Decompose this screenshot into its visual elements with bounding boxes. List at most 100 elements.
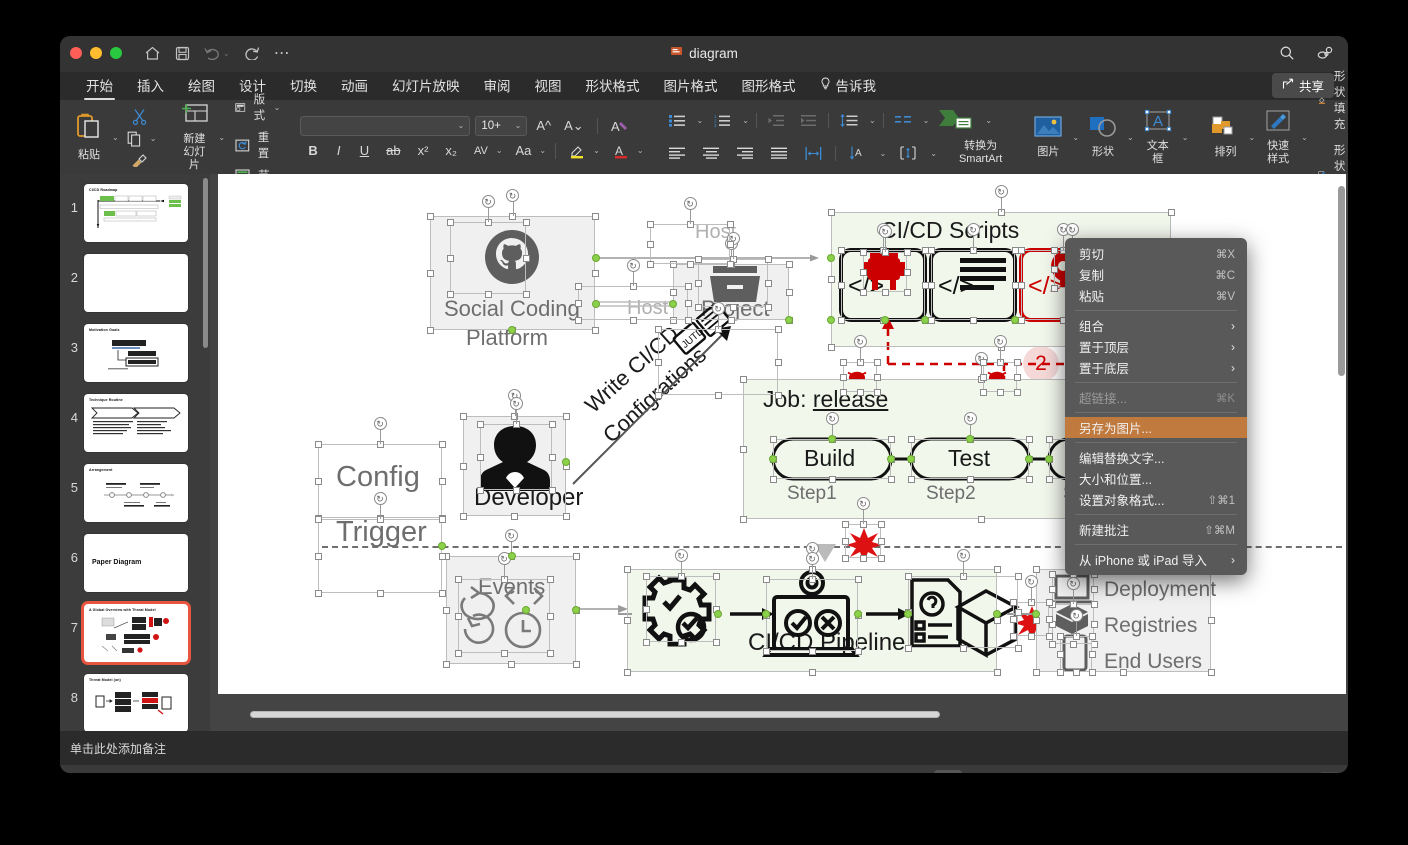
selection-handle[interactable] xyxy=(769,435,777,443)
selection-handle[interactable] xyxy=(1050,265,1058,273)
rotation-handle[interactable]: ↻ xyxy=(509,397,523,410)
selection-handle[interactable] xyxy=(1072,668,1080,676)
subscript-button[interactable]: x₂ xyxy=(441,143,461,158)
align-left-icon[interactable] xyxy=(665,147,690,159)
new-slide-dropdown-icon[interactable]: ⌄ xyxy=(218,133,225,142)
selection-handle[interactable] xyxy=(623,617,631,624)
tab-shape-format[interactable]: 形状格式 xyxy=(574,75,652,100)
align-text-vertical-icon[interactable]: A xyxy=(845,146,871,160)
selection-bounding-box[interactable] xyxy=(773,439,891,479)
shapes-button[interactable]: 形状 xyxy=(1081,102,1125,172)
selection-handle[interactable] xyxy=(774,358,782,366)
connection-point[interactable] xyxy=(993,610,1001,618)
selection-handle[interactable] xyxy=(591,269,599,277)
chevron-down-icon[interactable]: ⌄ xyxy=(923,116,930,125)
connection-point[interactable] xyxy=(1025,455,1033,463)
selection-handle[interactable] xyxy=(548,453,556,461)
slide-horizontal-scrollbar-track[interactable] xyxy=(218,707,1340,721)
selection-handle[interactable] xyxy=(1048,585,1056,593)
selection-bounding-box[interactable] xyxy=(458,579,550,653)
selection-handle[interactable] xyxy=(1207,617,1215,624)
selection-handle[interactable] xyxy=(808,647,816,655)
selection-handle[interactable] xyxy=(646,240,654,248)
line-spacing-icon[interactable] xyxy=(836,113,862,127)
chevron-down-icon[interactable]: ⌄ xyxy=(697,116,704,125)
connection-point[interactable] xyxy=(1032,610,1040,618)
menu-item-置于顶层[interactable]: 置于顶层 › xyxy=(1065,336,1247,357)
rotation-handle[interactable]: ↻ xyxy=(683,197,697,210)
reset-button[interactable]: 重置 xyxy=(231,129,280,161)
selection-handle[interactable] xyxy=(727,316,735,324)
slide-horizontal-scrollbar[interactable] xyxy=(250,711,940,718)
slide-thumbnail-6[interactable]: 6 Paper Diagram xyxy=(60,528,210,598)
underline-button[interactable]: U xyxy=(356,143,373,158)
selection-handle[interactable] xyxy=(887,435,895,443)
connection-point[interactable] xyxy=(714,610,722,618)
selection-handle[interactable] xyxy=(769,475,777,483)
selection-handle[interactable] xyxy=(1088,668,1096,676)
selection-handle[interactable] xyxy=(476,486,484,494)
selection-handle[interactable] xyxy=(764,255,772,263)
selection-handle[interactable] xyxy=(314,477,322,485)
menu-item-从iPhone或iPad[interactable]: 从 iPhone 或 iPad 导入 › xyxy=(1065,549,1247,570)
selection-handle[interactable] xyxy=(677,638,685,646)
tab-review[interactable]: 审阅 xyxy=(472,75,523,100)
selection-handle[interactable] xyxy=(1050,284,1058,292)
chevron-down-icon[interactable]: ⌄ xyxy=(515,121,522,130)
selection-handle[interactable] xyxy=(877,520,885,528)
menu-item-另存为图片[interactable]: 另存为图片... xyxy=(1065,417,1247,438)
tab-insert[interactable]: 插入 xyxy=(125,75,176,100)
selection-handle[interactable] xyxy=(629,316,637,324)
chevron-down-icon[interactable]: ⌄ xyxy=(742,116,749,125)
selection-handle[interactable] xyxy=(969,316,977,324)
selection-handle[interactable] xyxy=(979,373,987,381)
connection-point[interactable] xyxy=(854,610,862,618)
selection-handle[interactable] xyxy=(839,373,847,381)
selection-handle[interactable] xyxy=(785,260,793,268)
slide-preview[interactable]: Threat Model (on) xyxy=(84,674,188,731)
selection-handle[interactable] xyxy=(686,260,694,268)
selection-handle[interactable] xyxy=(854,575,862,583)
selection-handle[interactable] xyxy=(476,453,484,461)
connection-point[interactable] xyxy=(592,254,600,262)
rotation-handle[interactable]: ↻ xyxy=(856,497,870,510)
shape-fill-button[interactable]: 形状填充 ⌄ xyxy=(1314,68,1348,132)
connection-point[interactable] xyxy=(785,316,793,324)
selection-handle[interactable] xyxy=(548,486,556,494)
rotation-handle[interactable]: ↻ xyxy=(825,412,839,425)
connection-point[interactable] xyxy=(907,455,915,463)
paste-dropdown-icon[interactable]: ⌄ xyxy=(112,133,119,142)
comments-toggle-button[interactable]: 批注 xyxy=(875,772,920,774)
menu-item-编辑替换文字[interactable]: 编辑替换文字... xyxy=(1065,447,1247,468)
selection-handle[interactable] xyxy=(859,248,867,256)
normal-view-button[interactable] xyxy=(934,769,963,773)
tab-graphics-format[interactable]: 图形格式 xyxy=(730,75,808,100)
selection-handle[interactable] xyxy=(1045,435,1053,443)
selection-handle[interactable] xyxy=(1032,668,1040,676)
selection-handle[interactable] xyxy=(726,260,734,268)
selection-handle[interactable] xyxy=(1088,632,1096,640)
increase-font-icon[interactable]: A^ xyxy=(532,118,555,133)
connection-point[interactable] xyxy=(904,610,912,618)
textbox-dropdown-icon[interactable]: ⌄ xyxy=(1182,133,1189,142)
font-color-icon[interactable]: A xyxy=(609,143,633,159)
selection-handle[interactable] xyxy=(314,552,322,560)
selection-handle[interactable] xyxy=(1013,358,1021,366)
reading-view-button[interactable] xyxy=(1018,770,1046,773)
align-right-icon[interactable] xyxy=(733,147,758,159)
selection-handle[interactable] xyxy=(1048,640,1056,648)
selection-handle[interactable] xyxy=(859,554,867,562)
selection-handle[interactable] xyxy=(684,299,692,307)
selection-handle[interactable] xyxy=(476,420,484,428)
connection-point[interactable] xyxy=(508,552,516,560)
selection-handle[interactable] xyxy=(877,537,885,545)
selection-handle[interactable] xyxy=(522,290,530,298)
connection-point[interactable] xyxy=(827,316,835,324)
selection-bounding-box[interactable] xyxy=(908,576,1018,648)
selection-handle[interactable] xyxy=(426,326,434,334)
selection-handle[interactable] xyxy=(873,373,881,381)
selection-bounding-box[interactable] xyxy=(646,576,716,642)
selection-handle[interactable] xyxy=(1009,598,1017,606)
selection-handle[interactable] xyxy=(979,388,987,396)
smartart-icon[interactable] xyxy=(936,108,978,132)
